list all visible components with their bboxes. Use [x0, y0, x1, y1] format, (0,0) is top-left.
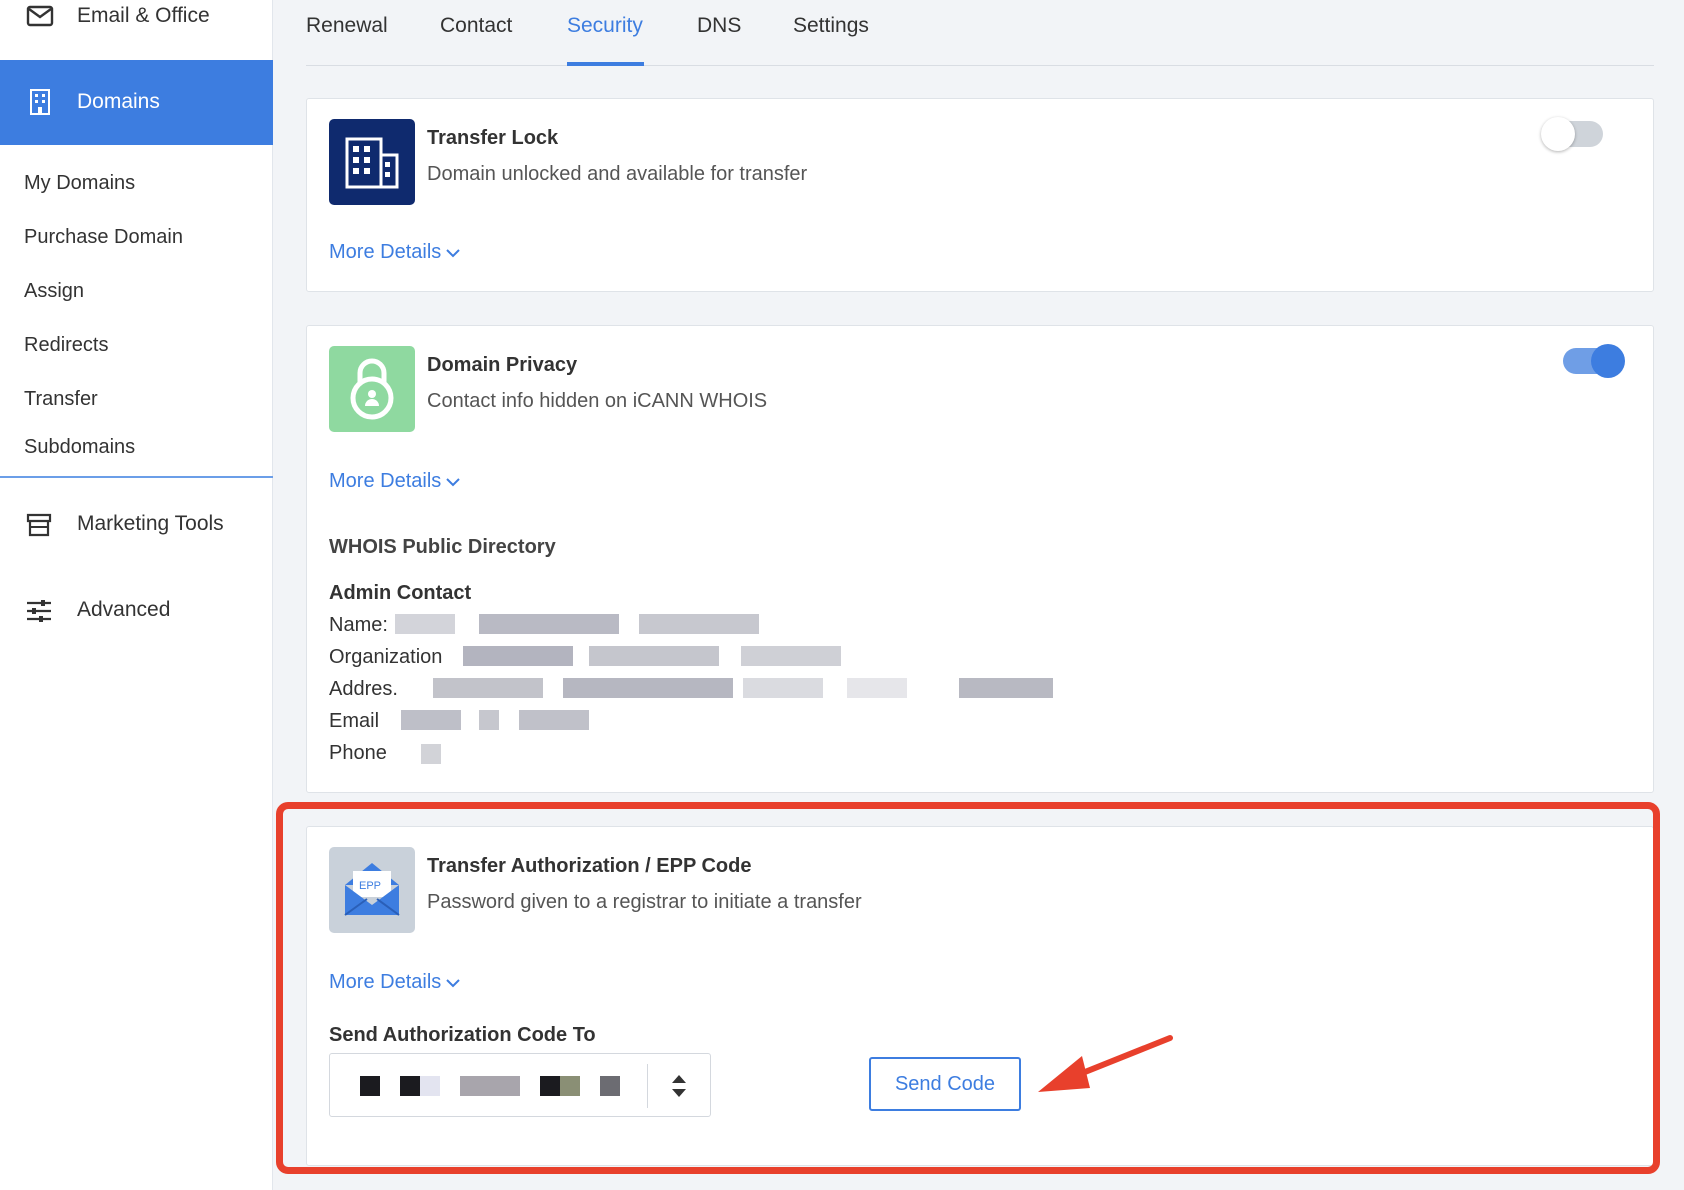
domain-privacy-card: Domain Privacy Contact info hidden on iC…	[306, 325, 1654, 793]
building-icon	[329, 119, 415, 205]
select-updown-icon	[672, 1075, 686, 1097]
sidebar-item-domains[interactable]: Domains	[0, 60, 273, 145]
tab-contact[interactable]: Contact	[440, 14, 512, 38]
sidebar: Email & Office Domains My Domains Purcha…	[0, 0, 273, 1190]
whois-email-label: Email	[329, 710, 380, 732]
transfer-lock-subtitle: Domain unlocked and available for transf…	[427, 163, 808, 185]
sidebar-sub-subdomains[interactable]: Subdomains	[24, 436, 135, 459]
tab-security[interactable]: Security	[567, 14, 643, 38]
epp-title: Transfer Authorization / EPP Code	[427, 855, 752, 877]
privacy-more-details[interactable]: More Details	[329, 470, 461, 493]
epp-icon-text: EPP	[359, 880, 382, 892]
sidebar-item-advanced[interactable]: Advanced	[0, 592, 273, 632]
sidebar-item-label: Marketing Tools	[77, 512, 224, 535]
tab-dns[interactable]: DNS	[697, 14, 741, 38]
transfer-lock-toggle[interactable]	[1541, 117, 1603, 151]
privacy-toggle[interactable]	[1563, 344, 1625, 378]
mail-icon	[26, 5, 54, 27]
sidebar-sub-transfer[interactable]: Transfer	[24, 388, 98, 411]
annotation-arrow-icon	[1038, 1035, 1173, 1092]
epp-code-card: EPP Transfer Authorization / EPP Code Pa…	[306, 826, 1654, 1166]
select-separator	[647, 1064, 648, 1108]
toggle-knob	[1591, 344, 1625, 378]
sidebar-item-label: Email & Office	[77, 4, 210, 27]
send-to-select[interactable]	[329, 1053, 711, 1117]
sidebar-sub-purchase-domain[interactable]: Purchase Domain	[24, 226, 183, 249]
toggle-knob	[1541, 117, 1575, 151]
transfer-lock-more-details[interactable]: More Details	[329, 241, 461, 264]
active-tab-indicator	[567, 62, 644, 66]
more-details-label: More Details	[329, 971, 442, 993]
privacy-title: Domain Privacy	[427, 354, 578, 376]
sidebar-item-email-office[interactable]: Email & Office	[0, 0, 273, 56]
admin-contact-heading: Admin Contact	[329, 582, 472, 604]
domain-tabs: Renewal Contact Security DNS Settings	[306, 0, 1654, 66]
sidebar-sub-my-domains[interactable]: My Domains	[24, 172, 135, 195]
sidebar-item-marketing-tools[interactable]: Marketing Tools	[0, 506, 273, 546]
whois-phone-label: Phone	[329, 742, 387, 764]
envelope-epp-icon: EPP	[329, 847, 415, 933]
epp-more-details[interactable]: More Details	[329, 971, 461, 994]
sliders-icon	[27, 600, 51, 622]
chevron-down-icon	[446, 478, 460, 487]
chevron-down-icon	[446, 979, 460, 988]
whois-address-label: Addres.	[329, 678, 398, 700]
whois-heading: WHOIS Public Directory	[329, 536, 556, 558]
transfer-lock-title: Transfer Lock	[427, 127, 559, 149]
more-details-label: More Details	[329, 470, 442, 492]
sidebar-sub-assign[interactable]: Assign	[24, 280, 84, 303]
tab-settings[interactable]: Settings	[793, 14, 869, 38]
whois-organization-label: Organization	[329, 646, 443, 668]
privacy-subtitle: Contact info hidden on iCANN WHOIS	[427, 390, 768, 412]
sidebar-item-label: Advanced	[77, 598, 171, 621]
sidebar-sub-redirects[interactable]: Redirects	[24, 334, 108, 357]
sidebar-item-label: Domains	[77, 90, 160, 113]
storefront-icon	[26, 513, 52, 537]
lock-icon	[329, 346, 415, 432]
send-to-label: Send Authorization Code To	[329, 1024, 596, 1046]
whois-name-label: Name:	[329, 614, 388, 636]
building-icon	[30, 89, 50, 115]
sidebar-divider	[0, 476, 273, 478]
epp-subtitle: Password given to a registrar to initiat…	[427, 891, 862, 913]
transfer-lock-card: Transfer Lock Domain unlocked and availa…	[306, 98, 1654, 292]
chevron-down-icon	[446, 249, 460, 258]
more-details-label: More Details	[329, 241, 442, 263]
send-code-button[interactable]: Send Code	[869, 1057, 1021, 1111]
tab-renewal[interactable]: Renewal	[306, 14, 388, 38]
